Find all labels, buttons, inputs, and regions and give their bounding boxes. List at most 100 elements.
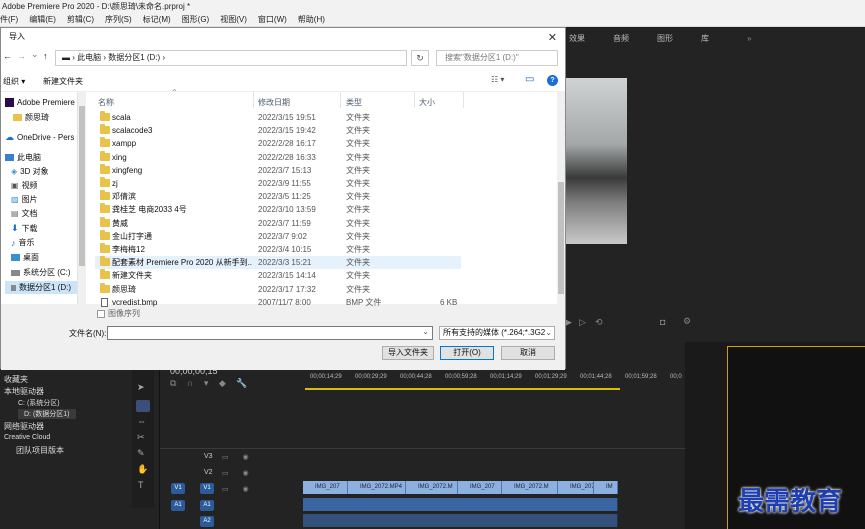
- checkbox-icon[interactable]: [97, 309, 105, 318]
- track-a1-button[interactable]: A1: [200, 500, 214, 511]
- nav-item-music[interactable]: ♪ 音乐: [11, 237, 35, 248]
- video-clip-4[interactable]: IMG_207: [458, 481, 502, 494]
- ripple-tool-icon[interactable]: ⇔: [137, 416, 146, 426]
- track-v1-controls[interactable]: ▭ ◉: [222, 485, 255, 493]
- track-v3-controls[interactable]: ▭ ◉: [222, 453, 255, 461]
- loop-icon[interactable]: ⟲: [595, 317, 603, 328]
- file-row[interactable]: 邓倩滨 2022/3/5 11:25 文件夹: [95, 190, 461, 203]
- refresh-icon[interactable]: ↻: [411, 50, 429, 66]
- view-options-icon[interactable]: ☷ ▾: [491, 75, 504, 84]
- nav-item-this-pc[interactable]: 此电脑: [5, 152, 41, 163]
- drive-d[interactable]: D: (数据分区1): [18, 409, 76, 419]
- file-row[interactable]: 配套素材 Premiere Pro 2020 从新手到... 2022/3/3 1…: [95, 256, 461, 270]
- source-v1-button[interactable]: V1: [171, 483, 185, 494]
- file-row[interactable]: 龚桂芝 电商2033 4号 2022/3/10 13:59 文件夹: [95, 203, 461, 216]
- column-type[interactable]: 类型: [346, 97, 362, 108]
- type-tool-icon[interactable]: T: [138, 480, 144, 490]
- filename-input[interactable]: ⌄: [107, 326, 433, 340]
- select-tool-icon[interactable]: ➤: [137, 382, 145, 393]
- video-clip-3[interactable]: IMG_2072.M: [406, 481, 458, 494]
- workspace-more-icon[interactable]: »: [747, 34, 751, 43]
- nav-item-desktop[interactable]: 桌面: [11, 252, 39, 263]
- favorites-label[interactable]: 收藏夹: [4, 374, 28, 385]
- file-row[interactable]: 李梅梅12 2022/3/4 10:15 文件夹: [95, 243, 461, 256]
- menu-item-8[interactable]: 帮助(H): [298, 13, 325, 26]
- column-name[interactable]: 名称: [98, 97, 114, 108]
- search-input[interactable]: 搜索"数据分区1 (D:)": [436, 50, 558, 66]
- workspace-tab-libraries[interactable]: 库: [701, 33, 709, 44]
- video-clip-6[interactable]: IMG_207: [558, 481, 594, 494]
- local-drives-label[interactable]: 本地驱动器: [4, 386, 44, 397]
- track-v1-button[interactable]: V1: [200, 483, 214, 494]
- audio-clip-a2[interactable]: [303, 514, 618, 527]
- menu-item-3[interactable]: 序列(S): [105, 13, 132, 26]
- time-ruler[interactable]: 00;00;14;29 00;00;29;29 00;00;44;28 00;00;5…: [310, 374, 685, 384]
- chevron-down-icon[interactable]: ⌄: [422, 327, 429, 336]
- audio-clip-a1[interactable]: [303, 498, 618, 511]
- menu-item-7[interactable]: 窗口(W): [258, 13, 287, 26]
- file-row[interactable]: 金山打字通 2022/3/7 9:02 文件夹: [95, 229, 461, 243]
- filetype-select[interactable]: 所有支持的媒体 (*.264;*.3G2;* ⌄: [439, 326, 555, 340]
- chevron-down-icon[interactable]: ⌄: [31, 49, 39, 60]
- file-list-scrollbar[interactable]: [557, 92, 565, 304]
- menu-item-5[interactable]: 图形(G): [182, 13, 210, 26]
- track-select-tool-icon[interactable]: [136, 400, 150, 412]
- workspace-tab-effects[interactable]: 效果: [569, 33, 585, 44]
- forward-icon[interactable]: →: [17, 51, 26, 61]
- track-a2-button[interactable]: A2: [200, 516, 214, 527]
- help-icon[interactable]: ?: [547, 75, 558, 86]
- workspace-tab-graphics[interactable]: 图形: [657, 33, 673, 44]
- menu-item-2[interactable]: 剪辑(C): [67, 13, 94, 26]
- settings-icon[interactable]: ⚙: [683, 316, 691, 327]
- up-icon[interactable]: ↑: [43, 51, 48, 61]
- import-folder-button[interactable]: 导入文件夹: [382, 346, 434, 360]
- nav-item-3d[interactable]: ◈ 3D 对象: [11, 166, 49, 177]
- nav-item-onedrive[interactable]: ☁ OneDrive - Pers: [5, 132, 74, 143]
- camera-icon[interactable]: ◘: [660, 317, 665, 327]
- file-row[interactable]: scalacode3 2022/3/15 19:42 文件夹: [95, 124, 461, 137]
- column-size[interactable]: 大小: [419, 97, 435, 108]
- workspace-tab-audio[interactable]: 音频: [613, 33, 629, 44]
- video-clip-2[interactable]: IMG_2072.MP4: [348, 481, 406, 494]
- back-icon[interactable]: ←: [3, 51, 12, 61]
- nav-item-videos[interactable]: ▣ 视频: [11, 180, 38, 191]
- new-folder-button[interactable]: 新建文件夹: [43, 76, 83, 87]
- network-drives-label[interactable]: 网络驱动器: [4, 421, 44, 432]
- menu-item-6[interactable]: 视图(V): [220, 13, 247, 26]
- image-sequence-option[interactable]: 图像序列: [97, 308, 140, 319]
- open-button[interactable]: 打开(O): [440, 346, 494, 360]
- team-projects-label[interactable]: 团队项目版本: [16, 445, 64, 456]
- work-area-bar[interactable]: [305, 388, 620, 390]
- nav-item-downloads[interactable]: ⬇ 下载: [11, 223, 38, 234]
- step-forward-icon[interactable]: ▶: [565, 317, 572, 328]
- column-date[interactable]: 修改日期: [258, 97, 290, 108]
- nav-item-drive-d[interactable]: 数据分区1 (D:): [5, 281, 77, 294]
- nav-item-premiere[interactable]: Adobe Premiere: [5, 98, 75, 107]
- video-clip-5[interactable]: IMG_2072.M: [502, 481, 558, 494]
- menu-item-4[interactable]: 标记(M): [143, 13, 171, 26]
- video-clip-7[interactable]: IM: [594, 481, 618, 494]
- nav-item-drive-c[interactable]: 系统分区 (C:): [11, 267, 71, 278]
- track-v2-controls[interactable]: ▭ ◉: [222, 469, 255, 477]
- file-row[interactable]: zj 2022/3/9 11:55 文件夹: [95, 177, 461, 190]
- nav-item-pictures[interactable]: ▨ 图片: [11, 194, 38, 205]
- file-row[interactable]: vcredist.bmp 2007/11/7 8:00 BMP 文件 6 KB: [95, 296, 461, 309]
- close-icon[interactable]: ✕: [548, 31, 557, 44]
- organize-menu[interactable]: 组织 ▾: [3, 76, 25, 87]
- source-a1-button[interactable]: A1: [171, 500, 185, 511]
- nav-item-documents[interactable]: ▤ 文档: [11, 208, 38, 219]
- nav-item-folder[interactable]: 颜思琦: [13, 112, 49, 123]
- pen-tool-icon[interactable]: ✎: [137, 448, 145, 459]
- play-icon[interactable]: ▷: [579, 317, 586, 328]
- menu-item-0[interactable]: 件(F): [0, 13, 18, 26]
- nav-scrollbar[interactable]: [77, 92, 86, 304]
- cancel-button[interactable]: 取消: [501, 346, 555, 360]
- creative-cloud-label[interactable]: Creative Cloud: [4, 434, 50, 441]
- file-row[interactable]: 颜思琦 2022/3/17 17:32 文件夹: [95, 282, 461, 296]
- file-row[interactable]: xampp 2022/2/28 16:17 文件夹: [95, 137, 461, 150]
- timeline-tool-icons[interactable]: ⧉ ∩ ▾ ◆ 🔧: [170, 378, 252, 389]
- razor-tool-icon[interactable]: ✂: [137, 432, 145, 443]
- file-row[interactable]: 黄威 2022/3/7 11:59 文件夹: [95, 216, 461, 230]
- breadcrumb[interactable]: ▬ › 此电脑 › 数据分区1 (D:) ›: [55, 50, 407, 66]
- file-row[interactable]: 新建文件夹 2022/3/15 14:14 文件夹: [95, 269, 461, 282]
